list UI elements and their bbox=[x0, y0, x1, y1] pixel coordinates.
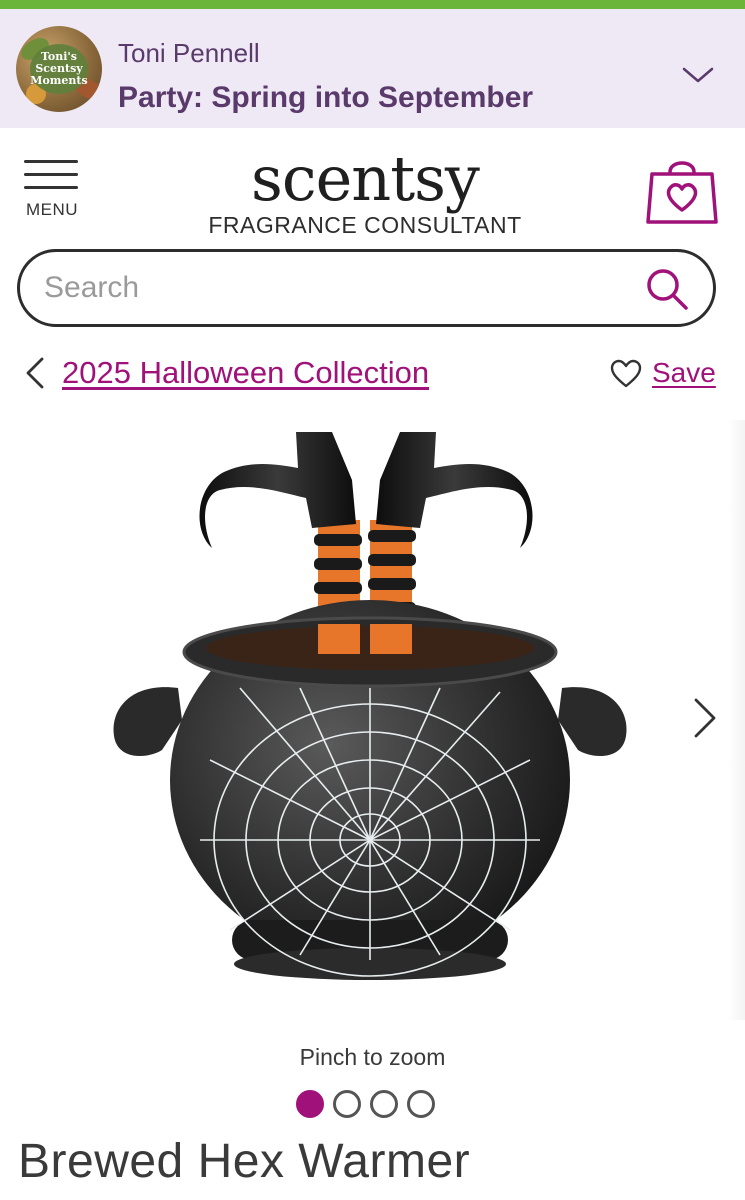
carousel-dot[interactable] bbox=[333, 1090, 361, 1118]
menu-label: MENU bbox=[25, 200, 79, 219]
product-title: Brewed Hex Warmer bbox=[18, 1135, 471, 1188]
hamburger-icon bbox=[24, 160, 78, 163]
search-bar bbox=[17, 249, 716, 327]
avatar-badge: Toni's Scentsy Moments bbox=[30, 44, 88, 94]
carousel-dot[interactable] bbox=[370, 1090, 398, 1118]
carousel-dot-active[interactable] bbox=[296, 1090, 324, 1118]
chevron-left-icon[interactable] bbox=[22, 355, 48, 391]
chevron-right-icon[interactable] bbox=[690, 696, 720, 740]
zoom-hint: Pinch to zoom bbox=[299, 1044, 446, 1070]
site-header: MENU scentsy FRAGRANCE CONSULTANT bbox=[0, 128, 745, 248]
product-image[interactable] bbox=[100, 420, 640, 1000]
party-banner[interactable]: Toni's Scentsy Moments Toni Pennell Part… bbox=[0, 9, 745, 128]
scentsy-logo[interactable]: scentsy bbox=[160, 142, 570, 215]
heart-outline-icon[interactable] bbox=[610, 359, 642, 389]
search-input[interactable] bbox=[44, 266, 624, 310]
shopping-bag-heart-icon[interactable] bbox=[644, 150, 720, 226]
avatar-text-line: Moments bbox=[30, 74, 88, 87]
save-link[interactable]: Save bbox=[652, 357, 716, 389]
menu-button[interactable]: MENU bbox=[18, 156, 86, 226]
breadcrumb: 2025 Halloween Collection Save bbox=[0, 345, 745, 405]
breadcrumb-link[interactable]: 2025 Halloween Collection bbox=[62, 355, 429, 391]
next-image-peek bbox=[728, 420, 745, 1020]
carousel-dot[interactable] bbox=[407, 1090, 435, 1118]
chevron-down-icon[interactable] bbox=[680, 63, 716, 87]
consultant-avatar: Toni's Scentsy Moments bbox=[16, 26, 102, 112]
hamburger-icon-bar bbox=[24, 173, 78, 176]
carousel-dots bbox=[296, 1090, 446, 1120]
consultant-name: Toni Pennell bbox=[118, 38, 260, 68]
top-accent-stripe bbox=[0, 0, 745, 9]
logo-subtitle: FRAGRANCE CONSULTANT bbox=[208, 212, 522, 238]
hamburger-icon-bar bbox=[24, 186, 78, 189]
search-icon[interactable] bbox=[644, 266, 690, 312]
party-title: Party: Spring into September bbox=[118, 81, 534, 114]
